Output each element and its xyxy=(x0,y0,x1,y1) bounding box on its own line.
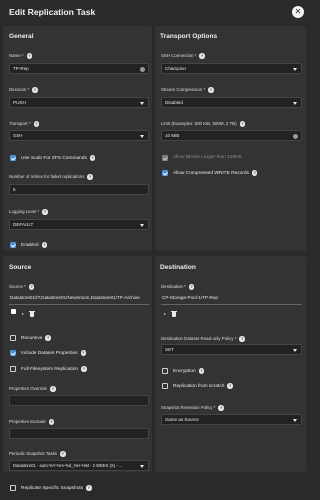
allow-compressed-checkbox[interactable] xyxy=(162,170,168,176)
properties-override-input[interactable] xyxy=(9,395,149,406)
help-icon[interactable]: ? xyxy=(41,242,48,248)
name-input[interactable]: TP-Rep xyxy=(9,63,149,74)
snapshot-retention-policy-select[interactable]: Same as Source xyxy=(161,414,302,425)
transport-options-heading: Transport Options xyxy=(160,33,218,40)
help-icon[interactable]: ? xyxy=(199,53,205,59)
chevron-down-icon xyxy=(293,348,297,352)
allow-blocks-larger-checkbox[interactable] xyxy=(162,155,168,161)
stream-compression-select[interactable]: Disabled xyxy=(161,97,302,108)
source-underline xyxy=(9,304,149,305)
help-icon[interactable]: ? xyxy=(87,174,93,180)
help-icon[interactable]: ? xyxy=(45,335,51,341)
clear-icon[interactable] xyxy=(293,133,298,139)
enabled-label: Enabled? xyxy=(21,242,48,249)
transport-label: Transport *? xyxy=(9,121,40,127)
source-input[interactable]: Datastore01/IT,Datastore01/Newsroom,Data… xyxy=(9,293,149,304)
help-icon[interactable]: ? xyxy=(42,209,48,215)
destination-input[interactable]: CP-Storage-Pool-1/TP-Rep xyxy=(161,293,302,304)
help-icon[interactable]: ? xyxy=(81,366,87,372)
replication-from-scratch-checkbox[interactable] xyxy=(162,383,168,389)
encryption-checkbox[interactable] xyxy=(162,368,168,374)
transport-select[interactable]: SSH xyxy=(9,130,149,141)
replicate-specific-snapshots-label: Replicate Specific Snapshots? xyxy=(21,485,92,492)
chevron-down-icon xyxy=(293,101,297,105)
snapshot-retention-policy-label: Snapshot Retention Policy *? xyxy=(161,405,224,411)
read-only-policy-label: Destination Dataset Read-only Policy *? xyxy=(161,336,245,342)
help-icon[interactable]: ? xyxy=(89,155,96,161)
help-icon[interactable]: ? xyxy=(50,386,56,392)
help-icon[interactable]: ? xyxy=(239,121,246,127)
help-icon[interactable]: ? xyxy=(86,485,92,491)
direction-select[interactable]: PUSH xyxy=(9,97,149,108)
use-sudo-checkbox[interactable] xyxy=(10,155,16,161)
replication-from-scratch-label: Replication from scratch? xyxy=(173,383,233,390)
chevron-down-icon xyxy=(140,464,144,468)
help-icon[interactable]: ? xyxy=(33,121,40,127)
ssh-connection-select[interactable]: Champion xyxy=(161,63,302,74)
use-sudo-label: Use Sudo For ZFS Commands? xyxy=(21,155,96,162)
recursive-label: Recursive? xyxy=(21,335,51,342)
allow-compressed-label: Allow Compressed WRITE Records? xyxy=(173,170,258,177)
help-icon[interactable]: ? xyxy=(208,87,214,93)
limit-label: Limit (Examples: 500 KiB, 500M, 2 TB)? xyxy=(161,121,246,127)
expand-arrow-icon[interactable] xyxy=(164,313,166,315)
chevron-down-icon xyxy=(140,223,144,227)
destination-underline xyxy=(161,304,302,305)
help-icon[interactable]: ? xyxy=(227,383,233,389)
stream-compression-label: Stream Compression *? xyxy=(161,87,214,93)
help-icon[interactable]: ? xyxy=(188,284,195,290)
help-icon[interactable]: ? xyxy=(26,53,33,59)
destination-label: Destination *? xyxy=(161,284,195,290)
name-label: Name *? xyxy=(9,53,33,59)
help-icon[interactable]: ? xyxy=(218,405,224,411)
properties-exclude-label: Properties Exclude? xyxy=(9,419,55,425)
help-icon[interactable]: ? xyxy=(48,419,55,425)
help-icon[interactable]: ? xyxy=(198,368,205,374)
replicate-specific-snapshots-checkbox[interactable] xyxy=(10,485,16,491)
general-heading: General xyxy=(9,33,34,40)
full-filesystem-replication-label: Full Filesystem Replication? xyxy=(21,366,87,373)
properties-exclude-input[interactable] xyxy=(9,428,149,439)
source-checkbox[interactable] xyxy=(11,309,16,314)
close-icon[interactable]: ✕ xyxy=(292,6,304,18)
chevron-down-icon xyxy=(293,67,297,71)
help-icon[interactable]: ? xyxy=(80,350,87,356)
include-dataset-properties-label: Include Dataset Properties? xyxy=(21,350,87,357)
retries-input[interactable]: 5 xyxy=(9,184,149,195)
chevron-down-icon xyxy=(140,134,144,138)
ssh-connection-label: SSH Connection *? xyxy=(161,53,205,59)
enabled-checkbox[interactable] xyxy=(10,242,16,248)
help-icon[interactable]: ? xyxy=(32,87,38,93)
full-filesystem-replication-checkbox[interactable] xyxy=(10,366,16,372)
chevron-down-icon xyxy=(293,418,297,422)
recursive-checkbox[interactable] xyxy=(10,335,16,341)
expand-arrow-icon[interactable] xyxy=(22,313,24,315)
allow-blocks-larger-label: Allow Blocks Larger than 128KB xyxy=(173,155,242,160)
help-icon[interactable]: ? xyxy=(251,170,258,176)
chevron-down-icon xyxy=(140,101,144,105)
periodic-snapshot-tasks-select[interactable]: Datastore01 - auto-%Y-%m-%d_%H-%M - 2 WE… xyxy=(9,460,149,471)
properties-override-label: Properties Override? xyxy=(9,386,56,392)
direction-label: Direction *? xyxy=(9,87,38,93)
help-icon[interactable]: ? xyxy=(28,284,35,290)
encryption-label: Encryption? xyxy=(173,368,205,375)
retries-label: Number of retries for failed replication… xyxy=(9,174,93,180)
clear-icon[interactable] xyxy=(140,66,145,72)
limit-input[interactable]: 10 MiB xyxy=(161,130,302,141)
periodic-snapshot-tasks-label: Periodic Snapshot Tasks? xyxy=(9,451,66,457)
source-heading: Source xyxy=(9,264,32,271)
help-icon[interactable]: ? xyxy=(239,336,245,342)
destination-heading: Destination xyxy=(160,264,196,271)
read-only-policy-select[interactable]: SET xyxy=(161,344,302,355)
logging-level-select[interactable]: DEFAULT xyxy=(9,219,149,230)
trash-icon[interactable] xyxy=(171,310,177,317)
help-icon[interactable]: ? xyxy=(60,451,66,457)
logging-level-label: Logging Level *? xyxy=(9,209,48,215)
include-dataset-properties-checkbox[interactable] xyxy=(10,350,16,356)
trash-icon[interactable] xyxy=(29,310,35,317)
source-label: Source *? xyxy=(9,284,35,290)
dialog-title: Edit Replication Task xyxy=(9,7,96,17)
